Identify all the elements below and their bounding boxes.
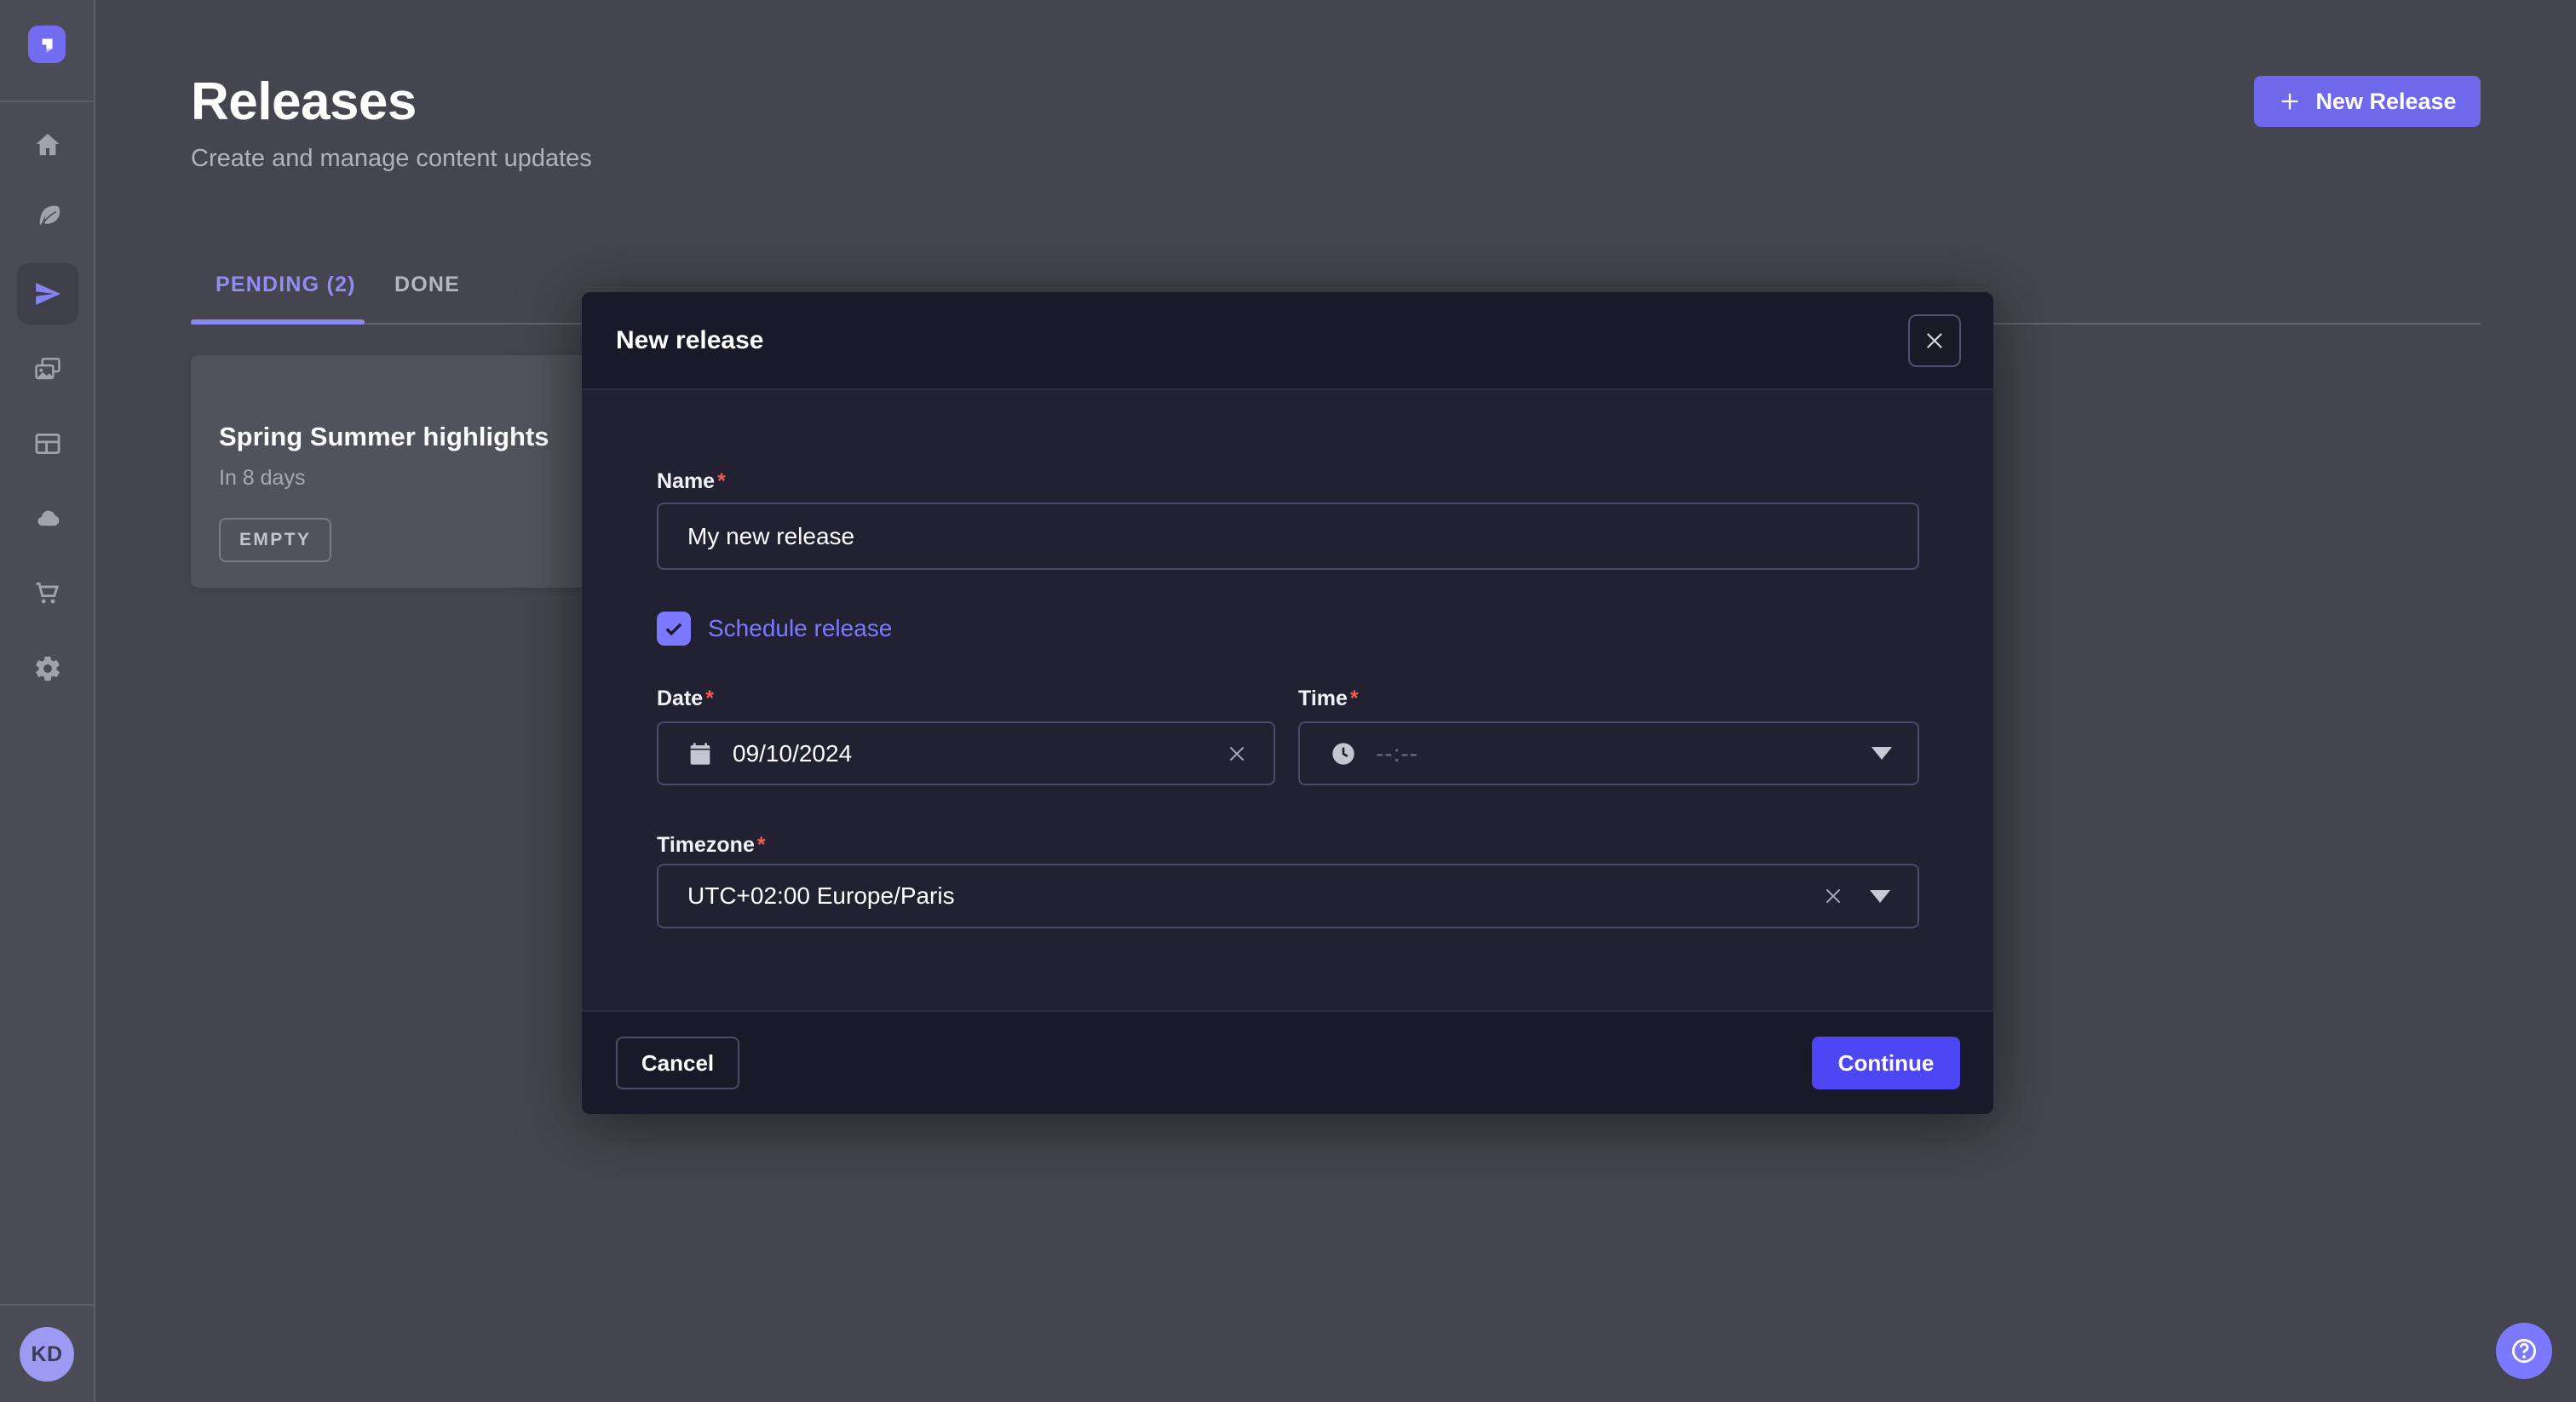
plus-icon	[2278, 89, 2302, 113]
schedule-release-row[interactable]: Schedule release	[657, 612, 892, 646]
paper-plane-icon	[33, 279, 62, 308]
modal-title: New release	[616, 326, 763, 355]
release-card-title: Spring Summer highlights	[219, 422, 549, 452]
new-release-button[interactable]: New Release	[2254, 76, 2481, 127]
schedule-release-label: Schedule release	[708, 615, 892, 642]
modal-close-button[interactable]	[1908, 314, 1961, 367]
release-card[interactable]: Spring Summer highlights In 8 days EMPTY	[191, 355, 600, 588]
user-avatar[interactable]: KD	[20, 1327, 74, 1382]
layout-icon	[33, 429, 62, 458]
strapi-logo-icon	[36, 33, 58, 55]
tab-done[interactable]: DONE	[394, 273, 460, 297]
media-icon	[33, 355, 62, 384]
cloud-icon	[33, 503, 62, 532]
chevron-down-icon[interactable]	[1872, 747, 1892, 760]
sidebar-item-media-library[interactable]	[17, 339, 78, 400]
required-marker: *	[757, 833, 766, 857]
name-field	[657, 503, 1919, 570]
clock-icon	[1330, 740, 1357, 767]
close-icon	[1923, 329, 1946, 353]
name-input[interactable]	[658, 504, 1918, 568]
sidebar-item-content-builder[interactable]	[17, 187, 78, 248]
chevron-down-icon[interactable]	[1870, 890, 1890, 903]
sidebar-item-home[interactable]	[17, 114, 78, 175]
sidebar-item-releases[interactable]	[17, 263, 78, 325]
home-icon	[33, 130, 62, 159]
page-title: Releases	[191, 72, 417, 132]
sidebar-item-marketplace[interactable]	[17, 562, 78, 623]
date-field-label: Date*	[657, 687, 714, 711]
time-placeholder: --:--	[1376, 740, 1418, 767]
clear-icon	[1822, 885, 1844, 907]
sidebar-item-content-manager[interactable]	[17, 413, 78, 474]
continue-button[interactable]: Continue	[1812, 1037, 1960, 1089]
release-card-subtitle: In 8 days	[219, 466, 305, 491]
sidebar-item-settings[interactable]	[17, 638, 78, 699]
help-icon	[2509, 1336, 2539, 1366]
required-marker: *	[1350, 687, 1359, 710]
sidebar: KD	[0, 0, 95, 1402]
feather-icon	[33, 203, 62, 232]
new-release-modal: New release Name* Schedule release Date*	[582, 292, 1993, 1114]
sidebar-divider	[0, 101, 94, 102]
help-button[interactable]	[2496, 1323, 2552, 1379]
date-clear-button[interactable]	[1226, 743, 1248, 765]
page-subtitle: Create and manage content updates	[191, 145, 592, 173]
schedule-release-checkbox[interactable]	[657, 612, 691, 646]
timezone-field[interactable]: UTC+02:00 Europe/Paris	[657, 864, 1919, 928]
timezone-clear-button[interactable]	[1822, 885, 1844, 907]
required-marker: *	[705, 687, 714, 710]
timezone-value: UTC+02:00 Europe/Paris	[687, 882, 955, 910]
sidebar-item-cloud[interactable]	[17, 487, 78, 549]
cancel-button[interactable]: Cancel	[616, 1037, 739, 1089]
tab-pending[interactable]: PENDING (2)	[216, 273, 356, 297]
modal-header: New release	[582, 292, 1993, 390]
sidebar-divider	[0, 1304, 94, 1306]
date-value: 09/10/2024	[733, 740, 852, 767]
clear-icon	[1226, 743, 1248, 765]
time-field[interactable]: --:--	[1298, 721, 1919, 785]
required-marker: *	[717, 469, 726, 493]
gear-icon	[33, 654, 62, 683]
new-release-button-label: New Release	[2315, 89, 2456, 115]
modal-footer: Cancel Continue	[582, 1010, 1993, 1114]
calendar-icon	[687, 740, 714, 767]
active-tab-underline	[191, 319, 365, 325]
time-field-label: Time*	[1298, 687, 1359, 711]
release-card-status-badge: EMPTY	[219, 518, 331, 562]
name-field-label: Name*	[657, 469, 726, 494]
cart-icon	[33, 578, 62, 607]
app-logo[interactable]	[28, 26, 66, 63]
date-field[interactable]: 09/10/2024	[657, 721, 1275, 785]
checkmark-icon	[662, 617, 686, 641]
timezone-field-label: Timezone*	[657, 833, 766, 858]
